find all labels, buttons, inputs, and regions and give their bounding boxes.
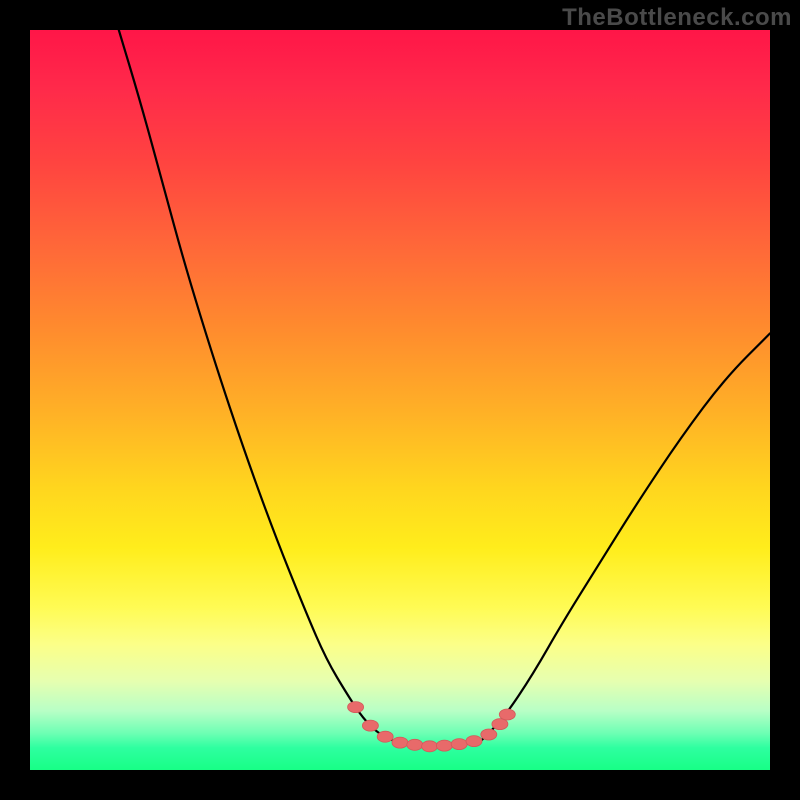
valley-marker [392, 737, 408, 748]
valley-marker [362, 720, 378, 731]
bottleneck-curve [119, 30, 770, 746]
valley-marker [422, 741, 438, 752]
valley-marker [466, 736, 482, 747]
plot-area [30, 30, 770, 770]
valley-marker [348, 702, 364, 713]
valley-markers [348, 702, 516, 752]
valley-marker [377, 731, 393, 742]
watermark-text: TheBottleneck.com [562, 4, 792, 32]
valley-marker [451, 739, 467, 750]
valley-marker [499, 709, 515, 720]
valley-marker [436, 740, 452, 751]
valley-marker [407, 739, 423, 750]
chart-svg [30, 30, 770, 770]
valley-marker [481, 729, 497, 740]
chart-frame: TheBottleneck.com [0, 0, 800, 800]
